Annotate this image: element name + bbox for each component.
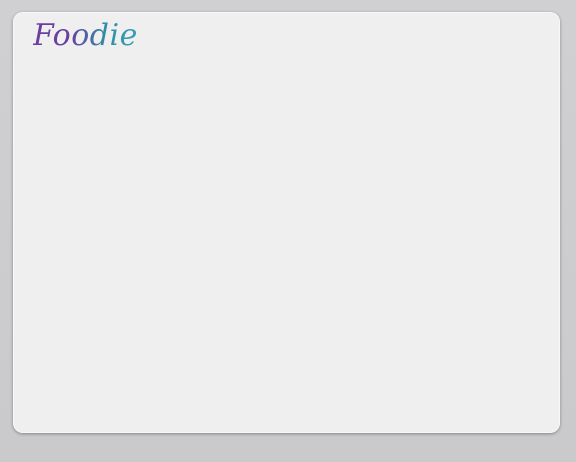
- app-window: Foodie: [0, 0, 576, 462]
- app-logo[interactable]: Foodie: [33, 18, 138, 53]
- content-panel: Foodie: [13, 12, 560, 433]
